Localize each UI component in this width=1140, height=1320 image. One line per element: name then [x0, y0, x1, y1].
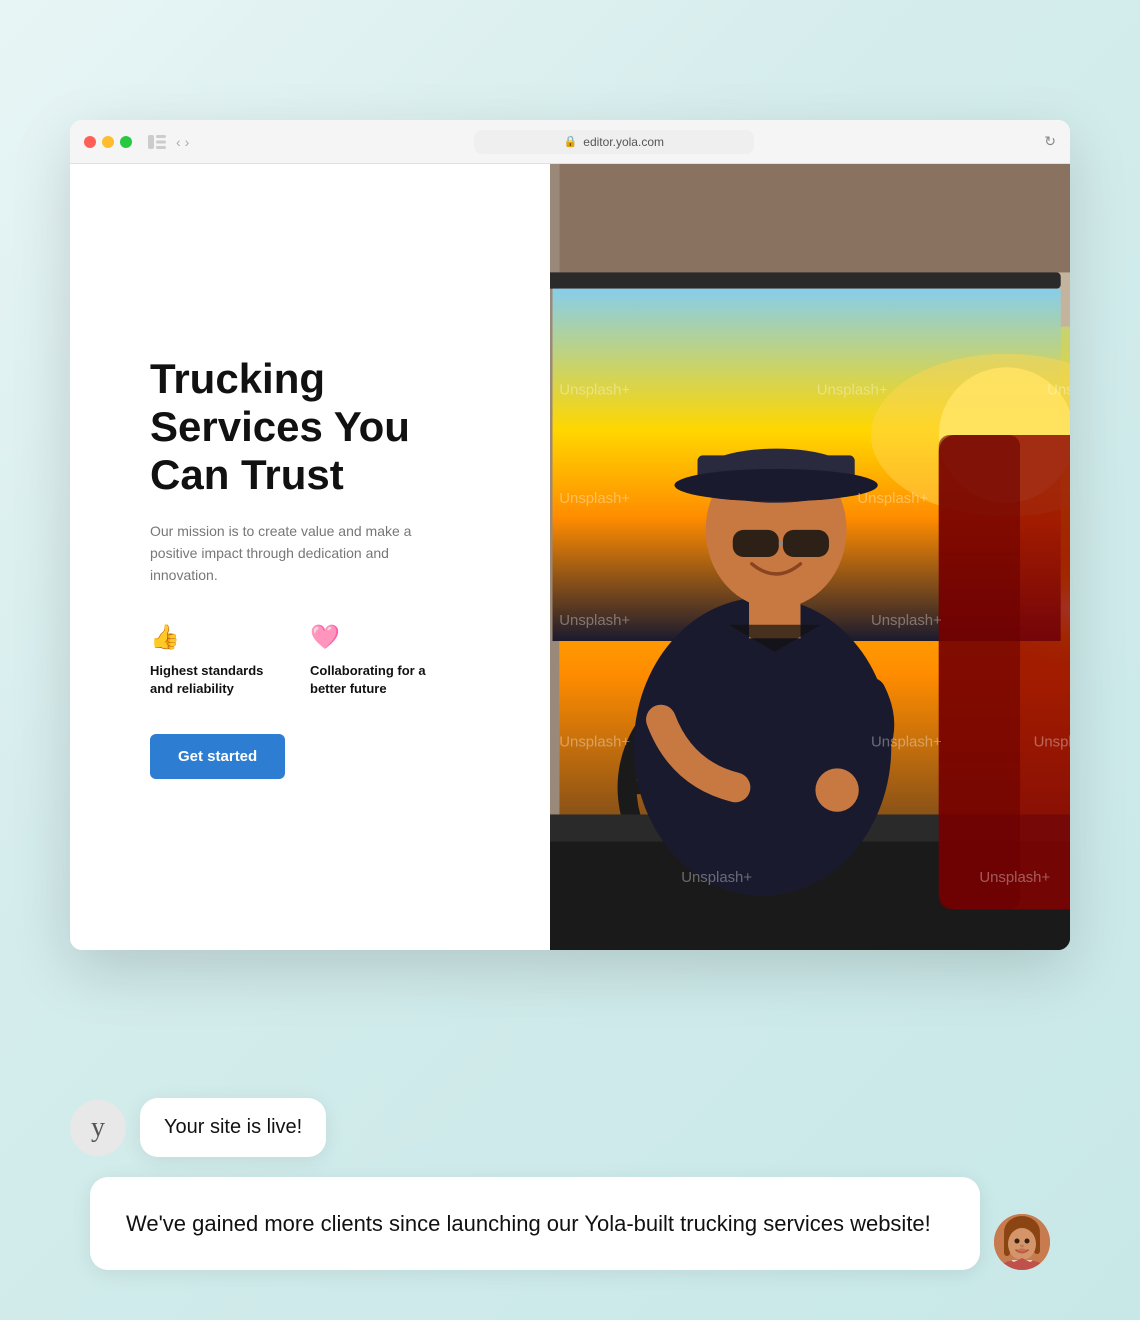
svg-text:Unsplash+: Unsplash+ — [559, 735, 630, 751]
thumbs-up-icon: 👍 — [150, 623, 280, 652]
browser-titlebar: ‹ › 🔒 editor.yola.com ↻ — [70, 120, 1070, 164]
chat-text-1: Your site is live! — [164, 1116, 302, 1138]
forward-arrow[interactable]: › — [185, 134, 190, 150]
hero-left: Trucking Services You Can Trust Our miss… — [70, 164, 550, 950]
svg-text:Unsplash+: Unsplash+ — [871, 613, 942, 629]
hero-title: Trucking Services You Can Trust — [150, 355, 500, 500]
svg-text:Unsplash+: Unsplash+ — [857, 491, 928, 507]
svg-text:Unsplash+: Unsplash+ — [871, 735, 942, 751]
refresh-button[interactable]: ↻ — [1044, 133, 1056, 150]
svg-text:Unsplash+: Unsplash+ — [817, 382, 888, 398]
svg-text:Unsplash+: Unsplash+ — [681, 870, 752, 886]
url-text: editor.yola.com — [583, 135, 664, 149]
address-bar[interactable]: 🔒 editor.yola.com — [474, 130, 754, 154]
get-started-button[interactable]: Get started — [150, 734, 285, 779]
svg-text:Unsplash+: Unsplash+ — [979, 870, 1050, 886]
chat-text-2: We've gained more clients since launchin… — [126, 1211, 931, 1236]
chat-bubble-2: We've gained more clients since launchin… — [90, 1177, 980, 1270]
hero-image: Unsplash+ Unsplash+ Unsplash+ Unsplash+ … — [550, 164, 1070, 950]
chat-area: y Your site is live! We've gained more c… — [70, 1098, 1070, 1270]
feature-2-label: Collaborating for a better future — [310, 662, 440, 698]
feature-1: 👍 Highest standards and reliability — [150, 623, 280, 698]
hero-subtitle: Our mission is to create value and make … — [150, 520, 420, 587]
back-arrow[interactable]: ‹ — [176, 134, 181, 150]
lock-icon: 🔒 — [564, 135, 578, 148]
nav-arrows[interactable]: ‹ › — [176, 134, 189, 150]
user-avatar — [994, 1214, 1050, 1270]
minimize-button[interactable] — [102, 136, 114, 148]
svg-text:Unsplash+: Unsplash+ — [1034, 735, 1070, 751]
svg-text:Unsplash+: Unsplash+ — [559, 382, 630, 398]
heart-icon: 🩷 — [310, 623, 440, 652]
feature-1-label: Highest standards and reliability — [150, 662, 280, 698]
features-row: 👍 Highest standards and reliability 🩷 Co… — [150, 623, 500, 698]
chat-bubble-1: Your site is live! — [140, 1098, 326, 1157]
sidebar-toggle[interactable] — [148, 135, 166, 149]
traffic-lights — [84, 136, 132, 148]
yola-logo-avatar: y — [70, 1100, 126, 1156]
svg-text:Unsplash+: Unsplash+ — [559, 613, 630, 629]
chat-message-1: y Your site is live! — [70, 1098, 1070, 1157]
address-bar-container: 🔒 editor.yola.com — [199, 130, 1028, 154]
svg-text:Unsplash+: Unsplash+ — [1047, 382, 1070, 398]
hero-right: Unsplash+ Unsplash+ Unsplash+ Unsplash+ … — [550, 164, 1070, 950]
browser-window: ‹ › 🔒 editor.yola.com ↻ Trucking Service… — [70, 120, 1070, 950]
yola-logo-letter: y — [91, 1112, 105, 1144]
svg-text:Unsplash+: Unsplash+ — [559, 491, 630, 507]
maximize-button[interactable] — [120, 136, 132, 148]
chat-message-2: We've gained more clients since launchin… — [70, 1177, 1070, 1270]
close-button[interactable] — [84, 136, 96, 148]
browser-content: Trucking Services You Can Trust Our miss… — [70, 164, 1070, 950]
feature-2: 🩷 Collaborating for a better future — [310, 623, 440, 698]
